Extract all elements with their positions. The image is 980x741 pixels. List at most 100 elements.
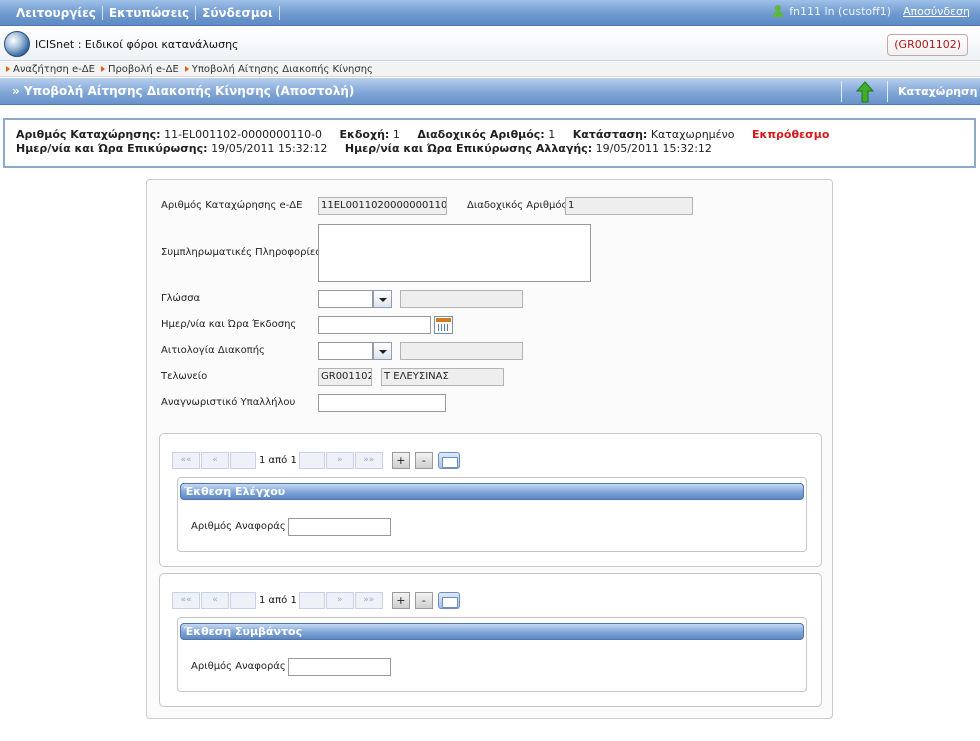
record-info-box: Αριθμός Καταχώρησης: 11-EL001102-0000000… (3, 118, 976, 168)
pager: «« « 1 από 1 » »» + - (172, 591, 460, 610)
seq-number-label: Διαδοχικός Αριθμός (467, 200, 568, 211)
register-button[interactable]: Καταχώρηση (898, 85, 977, 98)
customs-office-badge[interactable]: (GR001102) (887, 34, 968, 56)
pager: «« « 1 από 1 » »» + - (172, 451, 460, 470)
overdue-badge: Εκπρόθεσμο (752, 128, 830, 141)
breadcrumb-label: Υποβολή Αίτησης Διακοπής Κίνησης (191, 63, 373, 75)
page-spacer (230, 592, 256, 609)
control-report-box: Έκθεση Ελέγχου Αριθμός Αναφοράς (177, 477, 807, 552)
breadcrumb: Αναζήτηση e-ΔΕ Προβολή e-ΔΕ Υποβολή Αίτη… (0, 62, 980, 77)
validation-label: Ημερ/νία και Ώρα Επικύρωσης: (16, 142, 208, 155)
page-spacer (298, 592, 325, 609)
add-record-button[interactable]: + (391, 452, 410, 469)
reference-number-input[interactable] (288, 518, 391, 536)
prev-page-button[interactable]: « (201, 592, 229, 609)
page-indicator: 1 από 1 (259, 595, 297, 606)
section-title: Έκθεση Ελέγχου (180, 483, 804, 500)
page-header: » Υποβολή Αίτησης Διακοπής Κίνησης (Αποσ… (0, 78, 980, 105)
page-spacer (298, 452, 325, 469)
language-label: Γλώσσα (161, 293, 201, 304)
menu-operations[interactable]: Λειτουργίες (10, 6, 103, 20)
first-page-button[interactable]: «« (172, 452, 200, 469)
seq-label: Διαδοχικός Αριθμός: (417, 128, 545, 141)
version-label: Εκδοχή: (339, 128, 390, 141)
user-name: fn111 ln (custoff1) (789, 5, 892, 18)
reason-label: Αιτιολογία Διακοπής (161, 345, 265, 356)
complementary-info-label: Συμπληρωματικές Πληροφορίες (161, 247, 322, 258)
reason-dropdown-button[interactable] (373, 342, 392, 360)
arrow-right-icon (184, 66, 189, 72)
arc-label: Αριθμός Καταχώρησης e-ΔΕ (161, 200, 303, 211)
reference-number-label: Αριθμός Αναφοράς (191, 521, 286, 532)
language-code-select[interactable] (318, 290, 373, 308)
globe-logo-icon (4, 31, 30, 57)
page-title: » Υποβολή Αίτησης Διακοπής Κίνησης (Αποσ… (12, 84, 355, 98)
reg-number-label: Αριθμός Καταχώρησης: (16, 128, 161, 141)
breadcrumb-label: Προβολή e-ΔΕ (107, 63, 179, 75)
last-page-button[interactable]: »» (354, 592, 383, 609)
window-view-icon[interactable] (437, 452, 460, 469)
event-report-section: «« « 1 από 1 » »» + - Έκθεση Συμβάντος Α… (159, 573, 822, 707)
reference-number-label: Αριθμός Αναφοράς (191, 661, 286, 672)
customs-office-label: Τελωνείο (161, 371, 208, 382)
top-menu-bar: Λειτουργίες Εκτυπώσεις Σύνδεσμοι fn111 l… (0, 0, 980, 26)
status-label: Κατάσταση: (572, 128, 648, 141)
remove-record-button[interactable]: - (414, 592, 433, 609)
arrow-right-icon (6, 66, 10, 72)
breadcrumb-item[interactable]: Αναζήτηση e-ΔΕ (6, 64, 95, 75)
app-title: ICISnet : Ειδικοί φόροι κατανάλωσης (35, 38, 239, 51)
user-icon (772, 5, 784, 18)
customs-office-name: Τ ΕΛΕΥΣΙΝΑΣ (381, 368, 504, 386)
form-panel: Αριθμός Καταχώρησης e-ΔΕ 11EL00110200000… (146, 179, 833, 719)
header-divider (887, 81, 888, 102)
reference-number-input[interactable] (288, 658, 391, 676)
info-line-2: Ημερ/νία και Ώρα Επικύρωσης: 19/05/2011 … (16, 142, 964, 156)
header-divider (841, 81, 842, 102)
next-page-button[interactable]: » (325, 452, 354, 469)
arrow-up-icon[interactable] (854, 81, 876, 103)
menu-links[interactable]: Σύνδεσμοι (196, 6, 280, 20)
info-line-1: Αριθμός Καταχώρησης: 11-EL001102-0000000… (16, 128, 964, 142)
section-title: Έκθεση Συμβάντος (180, 623, 804, 640)
reason-description-field (400, 342, 523, 360)
complementary-info-textarea[interactable] (318, 224, 591, 282)
breadcrumb-item[interactable]: Υποβολή Αίτησης Διακοπής Κίνησης (184, 63, 373, 75)
language-description-field (400, 290, 523, 308)
prev-page-button[interactable]: « (201, 452, 229, 469)
reason-code-select[interactable] (318, 342, 373, 360)
arc-field[interactable]: 11EL00110200000001100 (318, 197, 447, 215)
officer-id-label: Αναγνωριστικό Υπαλλήλου (161, 397, 296, 408)
validation-value: 19/05/2011 15:32:12 (211, 142, 328, 155)
last-page-button[interactable]: »» (354, 452, 383, 469)
calendar-icon[interactable] (434, 316, 453, 334)
app-bar: ICISnet : Ειδικοί φόροι κατανάλωσης (GR0… (0, 27, 980, 61)
main-menu: Λειτουργίες Εκτυπώσεις Σύνδεσμοι (10, 6, 280, 20)
arrow-right-icon (100, 66, 105, 72)
control-report-section: «« « 1 από 1 » »» + - Έκθεση Ελέγχου Αρι… (159, 433, 822, 567)
remove-record-button[interactable]: - (414, 452, 433, 469)
logout-link[interactable]: Αποσύνδεση (903, 5, 970, 18)
customs-office-code: GR001102 (318, 368, 372, 386)
event-report-box: Έκθεση Συμβάντος Αριθμός Αναφοράς (177, 617, 807, 692)
page-spacer (230, 452, 256, 469)
version-value: 1 (392, 128, 400, 141)
officer-id-input[interactable] (318, 394, 446, 412)
next-page-button[interactable]: » (325, 592, 354, 609)
window-view-icon[interactable] (437, 592, 460, 609)
add-record-button[interactable]: + (391, 592, 410, 609)
reg-number-value: 11-EL001102-0000000110-0 (164, 128, 323, 141)
issue-datetime-label: Ημερ/νία και Ώρα Έκδοσης (161, 319, 297, 330)
language-dropdown-button[interactable] (373, 290, 392, 308)
page-indicator: 1 από 1 (259, 455, 297, 466)
change-validation-label: Ημερ/νία και Ώρα Επικύρωσης Αλλαγής: (344, 142, 593, 155)
seq-number-field[interactable]: 1 (565, 197, 693, 215)
user-area: fn111 ln (custoff1) Αποσύνδεση (772, 5, 970, 18)
seq-value: 1 (548, 128, 556, 141)
first-page-button[interactable]: «« (172, 592, 200, 609)
change-validation-value: 19/05/2011 15:32:12 (595, 142, 712, 155)
menu-prints[interactable]: Εκτυπώσεις (103, 6, 197, 20)
breadcrumb-item[interactable]: Προβολή e-ΔΕ (100, 63, 179, 75)
issue-datetime-input[interactable] (318, 316, 431, 334)
breadcrumb-label: Αναζήτηση e-ΔΕ (13, 63, 95, 75)
status-value: Καταχωρημένο (650, 128, 735, 141)
